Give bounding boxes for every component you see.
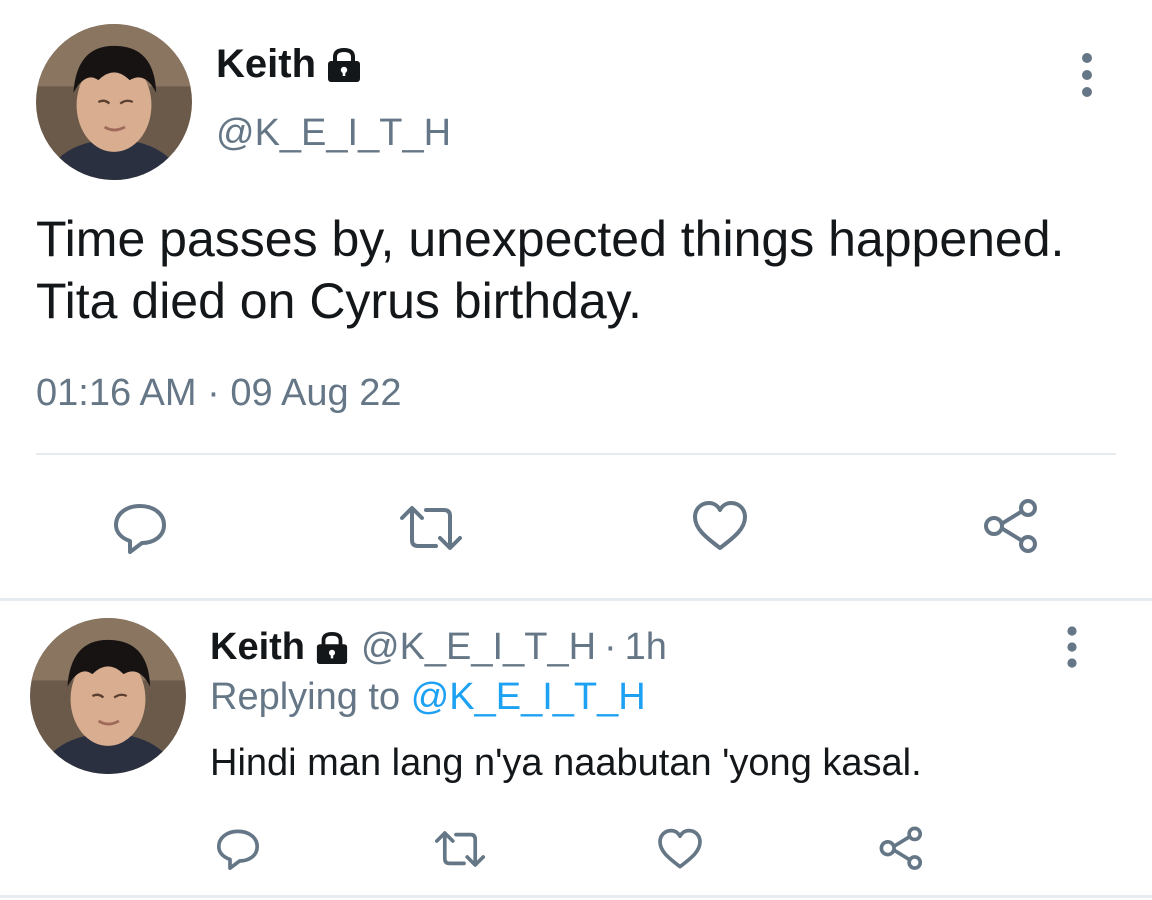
avatar-image [30,618,186,774]
retweet-icon[interactable] [432,828,488,870]
share-icon[interactable] [878,826,926,872]
section-divider [0,598,1152,601]
avatar[interactable] [36,24,192,180]
meta-separator: · [604,626,617,668]
avatar-image [36,24,192,180]
author-name[interactable]: Keith [216,42,364,87]
tweet-detail-page: Keith @K_E_I_T_H Time passes by, unexpec… [0,0,1152,900]
replying-to-label: Replying to [210,676,401,718]
reply-author-name[interactable]: Keith [210,626,305,669]
reply-avatar[interactable] [30,618,186,774]
like-icon[interactable] [656,826,704,872]
tweet-timestamp: 01:16 AM · 09 Aug 22 [36,372,402,414]
reply-icon[interactable] [110,500,170,556]
reply-header: Keith @K_E_I_T_H · 1h [210,626,667,669]
more-vertical-icon[interactable] [1058,624,1086,670]
retweet-icon[interactable] [396,502,466,554]
like-icon[interactable] [690,498,750,554]
reply-author-handle[interactable]: @K_E_I_T_H [361,626,596,669]
replying-to: Replying to @K_E_I_T_H [210,676,646,719]
more-vertical-icon[interactable] [1072,50,1102,100]
reply-time: 1h [624,626,667,668]
author-handle[interactable]: @K_E_I_T_H [216,112,451,155]
reply-text: Hindi man lang n'ya naabutan 'yong kasal… [210,742,922,784]
lock-icon [313,631,351,665]
divider [36,453,1116,455]
reply-icon[interactable] [214,826,262,872]
lock-icon [324,47,364,83]
tweet-text: Time passes by, unexpected things happen… [36,211,1065,329]
share-icon[interactable] [982,498,1042,556]
section-divider [0,895,1152,898]
replying-to-mention[interactable]: @K_E_I_T_H [411,676,646,718]
